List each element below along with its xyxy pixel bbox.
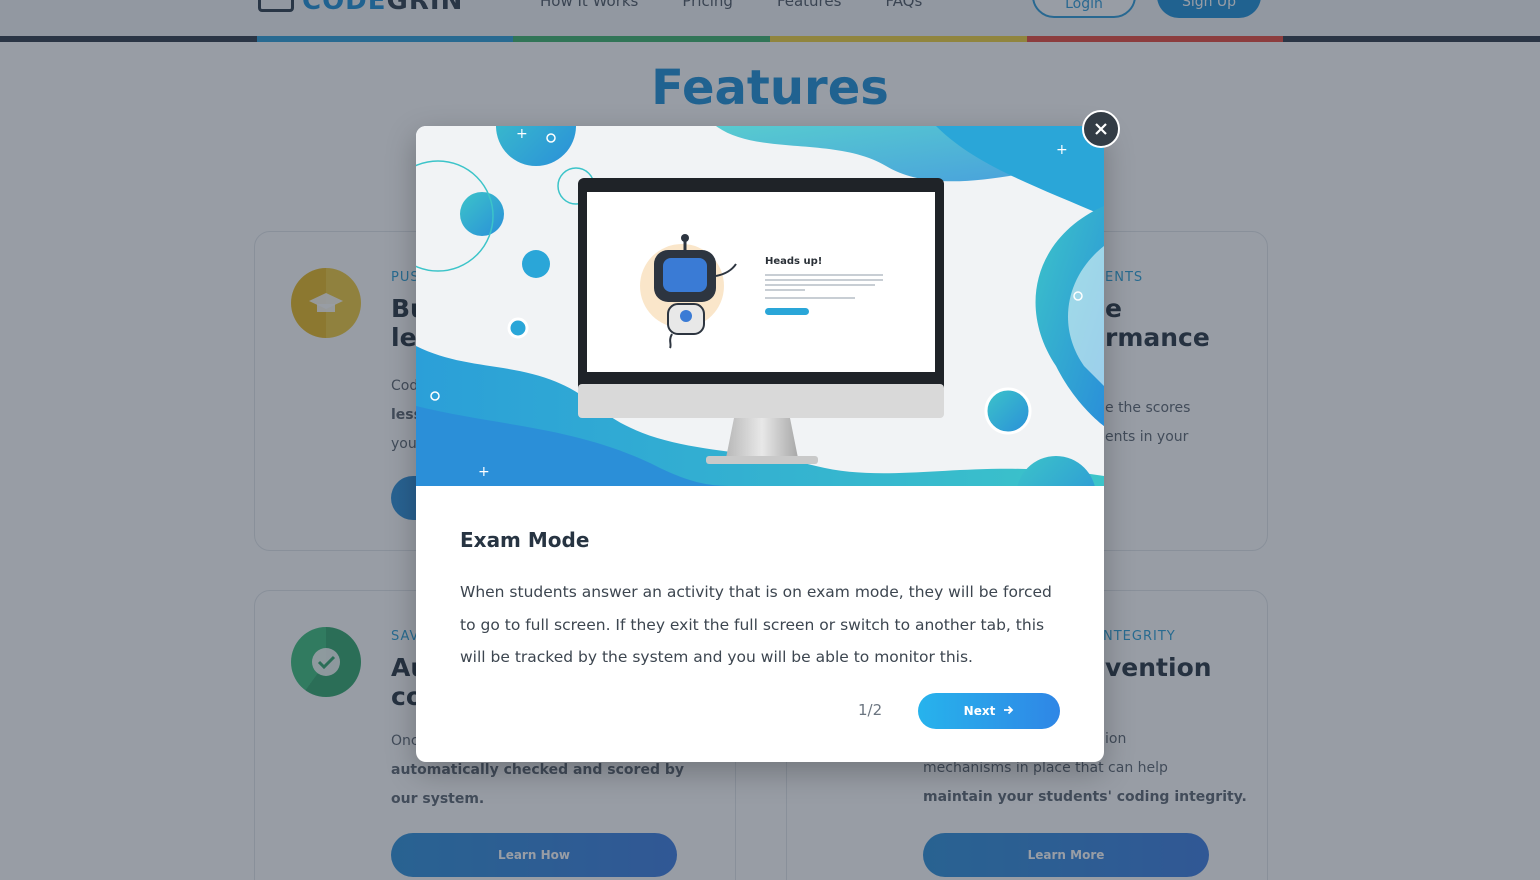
next-button-label: Next [963, 704, 996, 718]
screen-heading: Heads up! [765, 256, 823, 267]
svg-text:+: + [1056, 142, 1068, 158]
close-icon [1094, 117, 1108, 141]
next-button[interactable]: Next [918, 693, 1060, 729]
svg-text:+: + [516, 126, 528, 142]
hero-svg: + + + [416, 126, 1104, 486]
arrow-right-icon [1003, 704, 1014, 718]
page-indicator: 1/2 [858, 701, 883, 719]
close-button[interactable] [1082, 110, 1120, 148]
modal-title: Exam Mode [460, 528, 590, 552]
feature-modal: + + + Heads up! Exam Mode When students … [416, 126, 1104, 762]
modal-hero-illustration: + + + Heads up! [416, 126, 1104, 486]
modal-body-text: When students answer an activity that is… [460, 583, 1052, 666]
svg-text:+: + [478, 464, 490, 480]
